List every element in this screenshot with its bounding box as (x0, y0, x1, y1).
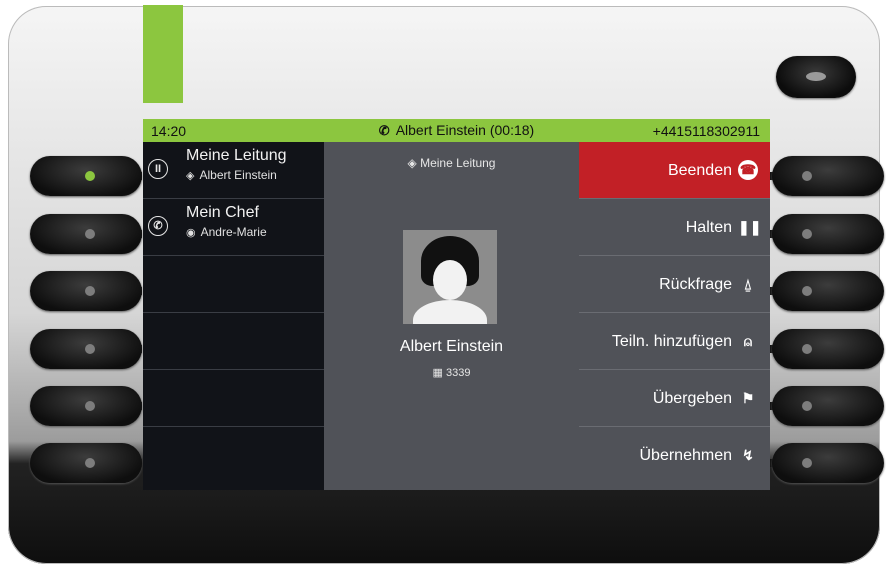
line-item-empty[interactable] (143, 313, 324, 370)
call-line-name: Meine Leitung (420, 156, 496, 170)
softkey-label: Rückfrage (659, 276, 732, 293)
led-indicator (85, 286, 95, 296)
key-dot (802, 229, 812, 239)
led-indicator (85, 229, 95, 239)
softkey-rueckfrage[interactable]: Rückfrage ⍙ (579, 256, 770, 313)
line-eye-icon: ◈ (407, 156, 421, 170)
key-dot (802, 458, 812, 468)
top-function-button[interactable] (776, 56, 856, 98)
left-line-key-2[interactable] (30, 214, 142, 254)
line-item-empty[interactable] (143, 370, 324, 427)
add-participant-icon: ⍝ (743, 333, 753, 349)
own-number: +4415118302911 (652, 123, 760, 139)
active-call-icon: ✆ (378, 123, 390, 138)
contact-extension: ▦ 3339 (324, 366, 579, 379)
extension-icon: ▦ (432, 367, 446, 379)
line-name: Mein Chef (186, 204, 259, 221)
right-soft-key-2[interactable] (772, 214, 884, 254)
line-item-empty[interactable] (143, 427, 324, 484)
led-indicator (85, 458, 95, 468)
key-dot (802, 401, 812, 411)
line-list: II Meine Leitung ◈ Albert Einstein ✆ Mein… (143, 142, 324, 490)
line-item-mein-chef[interactable]: ✆ Mein Chef ◉ Andre-Marie (143, 199, 324, 256)
line-caller-name: Albert Einstein (199, 168, 277, 182)
pickup-icon: ↯ (742, 447, 754, 463)
right-soft-key-4[interactable] (772, 329, 884, 369)
status-bar: 14:20 ✆ Albert Einstein (00:18) +44151183… (143, 119, 770, 142)
left-line-key-4[interactable] (30, 329, 142, 369)
led-indicator (85, 171, 95, 181)
call-line-label: ◈ Meine Leitung (324, 156, 579, 170)
transfer-icon: ⚑ (741, 390, 755, 406)
right-soft-key-3[interactable] (772, 271, 884, 311)
line-name: Meine Leitung (186, 147, 287, 164)
line-caller-name: Andre-Marie (200, 225, 267, 239)
eye-icon: ◈ (186, 170, 195, 182)
softkey-label: Übergeben (652, 390, 732, 407)
pause-icon: II (148, 159, 168, 179)
softkey-teilnehmer-hinzufuegen[interactable]: Teiln. hinzufügen ⍝ (579, 313, 770, 370)
key-dot (802, 171, 812, 181)
key-dot (802, 286, 812, 296)
extension-number: 3339 (445, 367, 471, 379)
right-soft-key-6[interactable] (772, 443, 884, 483)
eye-icon: ◉ (186, 227, 196, 239)
line-item-meine-leitung[interactable]: II Meine Leitung ◈ Albert Einstein (143, 142, 324, 199)
softkey-beenden[interactable]: Beenden ☎ (579, 142, 770, 199)
left-line-key-1[interactable] (30, 156, 142, 196)
avatar-body (413, 300, 487, 324)
avatar-face (433, 260, 467, 300)
right-soft-key-1[interactable] (772, 156, 884, 196)
right-soft-key-5[interactable] (772, 386, 884, 426)
softkey-label: Beenden (667, 162, 732, 179)
display-screen: 14:20 ✆ Albert Einstein (00:18) +44151183… (143, 119, 770, 490)
line-item-empty[interactable] (143, 256, 324, 313)
softkey-label: Halten (685, 219, 732, 236)
key-dot (802, 344, 812, 354)
call-details: ◈ Meine Leitung Albert Einstein ▦ 3339 (324, 142, 579, 490)
led-indicator (85, 344, 95, 354)
left-line-key-6[interactable] (30, 443, 142, 483)
line-caller: ◈ Albert Einstein (186, 168, 277, 182)
hangup-icon: ☎ (738, 160, 758, 180)
avatar (403, 230, 497, 324)
softkey-label: Übernehmen (639, 447, 733, 464)
softkey-uebergeben[interactable]: Übergeben ⚑ (579, 370, 770, 427)
softkey-halten[interactable]: Halten ❚❚ (579, 199, 770, 256)
softkey-label: Teiln. hinzufügen (611, 333, 732, 350)
led-indicator (85, 401, 95, 411)
green-indicator-tab (143, 5, 183, 103)
left-line-key-5[interactable] (30, 386, 142, 426)
active-call-label: Albert Einstein (00:18) (395, 122, 535, 138)
top-button-dot (806, 72, 826, 81)
phone-icon: ✆ (148, 216, 168, 236)
pause-icon: ❚❚ (738, 219, 762, 235)
softkey-menu: Beenden ☎ Halten ❚❚ Rückfrage ⍙ Teiln. h… (579, 142, 770, 490)
left-line-key-3[interactable] (30, 271, 142, 311)
contact-name: Albert Einstein (399, 338, 504, 355)
line-caller: ◉ Andre-Marie (186, 225, 267, 239)
softkey-uebernehmen[interactable]: Übernehmen ↯ (579, 427, 770, 484)
consult-icon: ⍙ (743, 276, 753, 292)
